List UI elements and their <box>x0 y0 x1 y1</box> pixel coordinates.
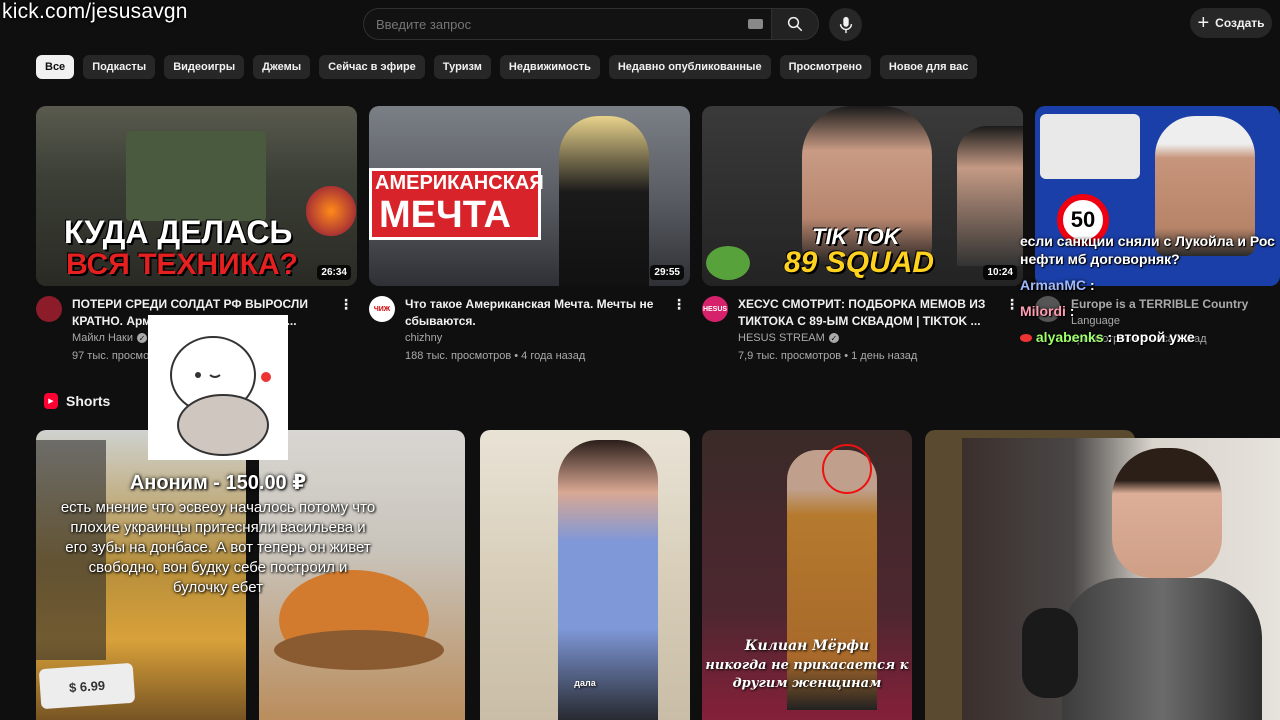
chip-jams[interactable]: Джемы <box>253 55 311 79</box>
more-options-icon[interactable]: ⋮ <box>672 296 686 313</box>
chat-badge-icon <box>1020 334 1032 342</box>
thumb-title-line2: ВСЯ ТЕХНИКА? <box>66 248 298 281</box>
chat-message: если санкции сняли с Лукойла и Рос нефти… <box>1020 232 1280 268</box>
chat-message: alyabenks : второй уже <box>1020 328 1280 346</box>
video-thumbnail[interactable]: TIK TOK 89 SQUAD 10:24 <box>702 106 1023 286</box>
video-thumbnail[interactable]: АМЕРИКАНСКАЯ МЕЧТА 29:55 <box>369 106 690 286</box>
video-duration: 10:24 <box>983 265 1017 280</box>
chat-text: : <box>1090 277 1095 293</box>
stream-watermark: kick.com/jesusavgn <box>2 0 188 23</box>
price-tag: $ 6.99 <box>38 662 136 710</box>
create-label: Создать <box>1215 16 1265 30</box>
search-button[interactable] <box>771 8 819 40</box>
chat-username: ArmanMC <box>1020 277 1087 293</box>
chat-message: Milordi : <box>1020 302 1280 320</box>
create-button[interactable]: + Создать <box>1190 8 1272 38</box>
chip-recent[interactable]: Недавно опубликованные <box>608 55 771 79</box>
video-duration: 29:55 <box>650 265 684 280</box>
fire-image <box>306 186 356 236</box>
thumb-title-line2: МЕЧТА <box>379 194 511 236</box>
channel-avatar[interactable] <box>36 296 62 322</box>
video-stats: 7,9 тыс. просмотров • 1 день назад <box>738 350 918 362</box>
woman-image <box>559 116 649 286</box>
stream-chat: если санкции сняли с Лукойла и Рос нефти… <box>1020 232 1280 354</box>
chip-videogames[interactable]: Видеоигры <box>164 55 245 79</box>
chip-real-estate[interactable]: Недвижимость <box>499 55 600 79</box>
search-input[interactable] <box>376 16 736 32</box>
more-options-icon[interactable]: ⋮ <box>339 296 353 313</box>
channel-name[interactable]: chizhny <box>405 332 442 344</box>
channel-name[interactable]: Майкл Наки <box>72 332 133 344</box>
video-card[interactable]: TIK TOK 89 SQUAD 10:24 HESUS ХЕСУС СМОТР… <box>702 106 1023 362</box>
chat-username: alyabenks <box>1035 329 1104 345</box>
car-image <box>1040 114 1140 179</box>
microphone-image <box>1022 608 1078 698</box>
chip-all[interactable]: Все <box>36 55 75 79</box>
donation-title: Аноним - 150.00 ₽ <box>129 472 307 494</box>
video-thumbnail[interactable]: КУДА ДЕЛАСЬ ВСЯ ТЕХНИКА? 26:34 <box>36 106 357 286</box>
short-caption-line3: другим женщинам <box>732 676 882 691</box>
face-image <box>957 126 1023 266</box>
shorts-logo-icon: ▶ <box>44 393 58 409</box>
video-duration: 26:34 <box>317 265 351 280</box>
streamer-webcam <box>962 438 1280 720</box>
video-stats: 188 тыс. просмотров • 4 года назад <box>405 350 586 362</box>
short-card[interactable]: Килиан Мёрфи никогда не прикасается к др… <box>702 430 912 720</box>
plus-icon: + <box>1197 12 1210 34</box>
chip-live[interactable]: Сейчас в эфире <box>319 55 425 79</box>
short-card[interactable]: дала <box>480 430 690 720</box>
video-title[interactable]: Что такое Американская Мечта. Мечты не с… <box>405 296 665 330</box>
chip-watched[interactable]: Просмотрено <box>779 55 871 79</box>
verified-icon: ✓ <box>136 333 147 343</box>
video-title[interactable]: ХЕСУС СМОТРИТ: ПОДБОРКА МЕМОВ ИЗ ТИКТОКА… <box>738 296 998 330</box>
thumb-title-line1: АМЕРИКАНСКАЯ <box>375 172 544 194</box>
shorts-heading: ▶ Shorts <box>44 393 110 409</box>
board-image <box>274 630 444 670</box>
short-caption-line2: никогда не прикасается к <box>705 658 909 673</box>
donation-message: есть мнение что эсвеоу началось потому ч… <box>60 499 376 596</box>
chat-text: если санкции сняли с Лукойла и Рос нефти… <box>1020 233 1275 267</box>
streamer-shirt <box>1062 578 1262 720</box>
microphone-icon <box>839 16 852 33</box>
chat-text: : <box>1069 303 1075 319</box>
keyboard-icon[interactable] <box>748 19 763 29</box>
donation-sticker <box>148 315 288 460</box>
donation-alert: Аноним - 150.00 ₽ есть мнение что эсвеоу… <box>60 470 376 598</box>
verified-icon: ✓ <box>828 333 839 343</box>
video-card[interactable]: АМЕРИКАНСКАЯ МЕЧТА 29:55 ЧИЖ Что такое А… <box>369 106 690 362</box>
search-icon <box>787 16 803 32</box>
more-options-icon[interactable]: ⋮ <box>1005 296 1019 313</box>
tank-image <box>126 131 266 221</box>
chat-username: Milordi <box>1020 303 1066 319</box>
short-caption: дала <box>574 678 596 688</box>
thumb-title-line2: 89 SQUAD <box>784 246 935 279</box>
streamer-face <box>1112 448 1222 578</box>
chip-new-for-you[interactable]: Новое для вас <box>879 55 978 79</box>
channel-name[interactable]: HESUS STREAM <box>738 332 825 344</box>
voice-search-button[interactable] <box>829 8 862 41</box>
short-caption-line1: Килиан Мёрфи <box>744 638 870 654</box>
thumb-title-line1: КУДА ДЕЛАСЬ <box>64 214 293 250</box>
pepe-icon <box>706 246 750 280</box>
shorts-title: Shorts <box>66 393 111 409</box>
chip-podcasts[interactable]: Подкасты <box>83 55 156 79</box>
chat-message: ArmanMC : <box>1020 276 1280 294</box>
search-box[interactable] <box>363 8 771 40</box>
channel-avatar[interactable]: HESUS <box>702 296 728 322</box>
chat-text: : второй уже <box>1107 329 1195 345</box>
filter-chips: Все Подкасты Видеоигры Джемы Сейчас в эф… <box>36 55 978 79</box>
highlight-circle-icon <box>822 444 872 494</box>
chip-tourism[interactable]: Туризм <box>433 55 491 79</box>
channel-avatar[interactable]: ЧИЖ <box>369 296 395 322</box>
